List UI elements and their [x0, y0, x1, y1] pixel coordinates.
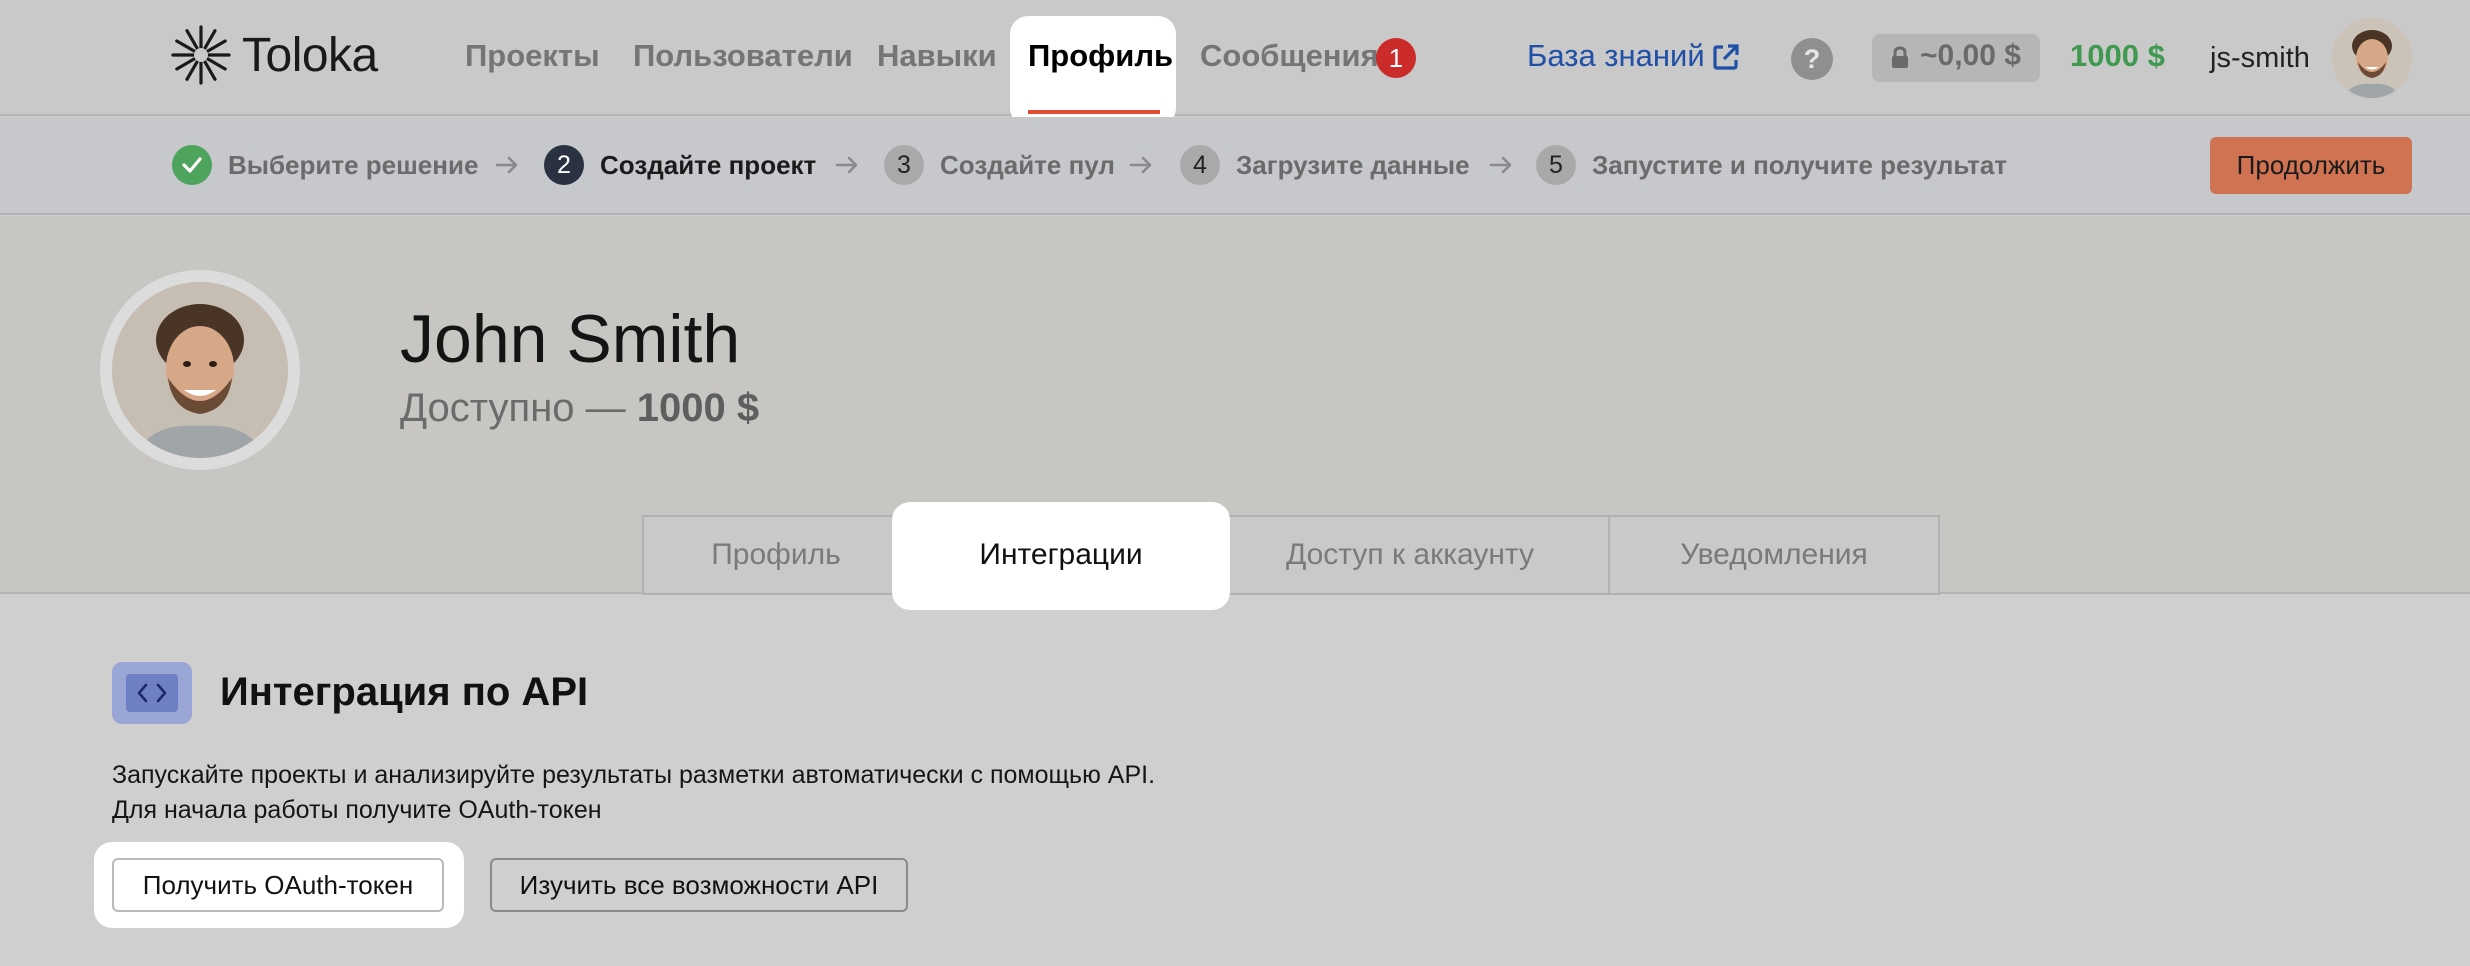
- step-3-label[interactable]: Создайте пул: [940, 150, 1115, 181]
- step-4-label[interactable]: Загрузите данные: [1236, 150, 1470, 181]
- avatar[interactable]: [2332, 18, 2412, 98]
- toloka-logo[interactable]: Toloka: [170, 24, 378, 86]
- step-5-number: 5: [1536, 145, 1576, 185]
- username[interactable]: js-smith: [2210, 42, 2310, 75]
- code-brackets-icon: [126, 674, 178, 712]
- step-1-label[interactable]: Выберите решение: [228, 150, 478, 181]
- nav-profile[interactable]: Профиль: [1028, 38, 1173, 74]
- step-3-number: 3: [884, 145, 924, 185]
- check-icon: [182, 157, 202, 173]
- nav-projects[interactable]: Проекты: [465, 38, 600, 74]
- tab-integrations[interactable]: Интеграции: [908, 515, 1214, 595]
- brand-name: Toloka: [242, 28, 378, 82]
- external-link-icon[interactable]: [1711, 42, 1741, 72]
- nav-messages[interactable]: Сообщения: [1200, 38, 1379, 74]
- available-amount: 1000 $: [636, 386, 760, 430]
- api-description-line-1: Запускайте проекты и анализируйте резуль…: [112, 761, 1156, 789]
- help-icon[interactable]: ?: [1791, 38, 1833, 80]
- available-balance: Доступно — 1000 $: [400, 386, 759, 431]
- arrow-right-icon: [835, 156, 858, 174]
- api-description: Запускайте проекты и анализируйте резуль…: [112, 758, 1155, 828]
- available-label: Доступно —: [400, 386, 626, 430]
- account-balance: 1000 $: [2070, 38, 2165, 73]
- explore-api-button[interactable]: Изучить все возможности API: [490, 858, 908, 912]
- get-oauth-token-button[interactable]: Получить OAuth-токен: [112, 858, 444, 912]
- nav-active-underline: [1028, 110, 1160, 114]
- step-5-label[interactable]: Запустите и получите результат: [1592, 150, 2007, 181]
- profile-avatar[interactable]: [112, 282, 288, 458]
- tab-profile[interactable]: Профиль: [642, 515, 910, 595]
- toloka-logo-icon: [171, 25, 231, 85]
- profile-avatar-photo: [112, 282, 288, 458]
- code-icon: [112, 662, 192, 724]
- messages-count-badge: 1: [1376, 38, 1416, 78]
- continue-button[interactable]: Продолжить: [2210, 137, 2412, 194]
- step-2-label[interactable]: Создайте проект: [600, 150, 816, 181]
- tab-notifications[interactable]: Уведомления: [1608, 515, 1940, 595]
- step-4-number: 4: [1180, 145, 1220, 185]
- locked-balance-value: ~0,00 $: [1920, 39, 2021, 72]
- api-section-title: Интеграция по API: [220, 670, 589, 714]
- knowledge-base-link[interactable]: База знаний: [1527, 38, 1705, 74]
- tab-account-access[interactable]: Доступ к аккаунту: [1210, 515, 1610, 595]
- step-1-done-icon: [172, 145, 212, 185]
- api-description-line-2: Для начала работы получите OAuth-токен: [112, 796, 602, 824]
- lock-icon: [1892, 46, 1908, 68]
- arrow-right-icon: [495, 156, 518, 174]
- step-2-number: 2: [544, 145, 584, 185]
- avatar-photo: [2332, 18, 2412, 98]
- arrow-right-icon: [1489, 156, 1512, 174]
- nav-users[interactable]: Пользователи: [633, 38, 853, 74]
- nav-skills[interactable]: Навыки: [877, 38, 997, 74]
- profile-name: John Smith: [400, 301, 741, 377]
- arrow-right-icon: [1129, 156, 1152, 174]
